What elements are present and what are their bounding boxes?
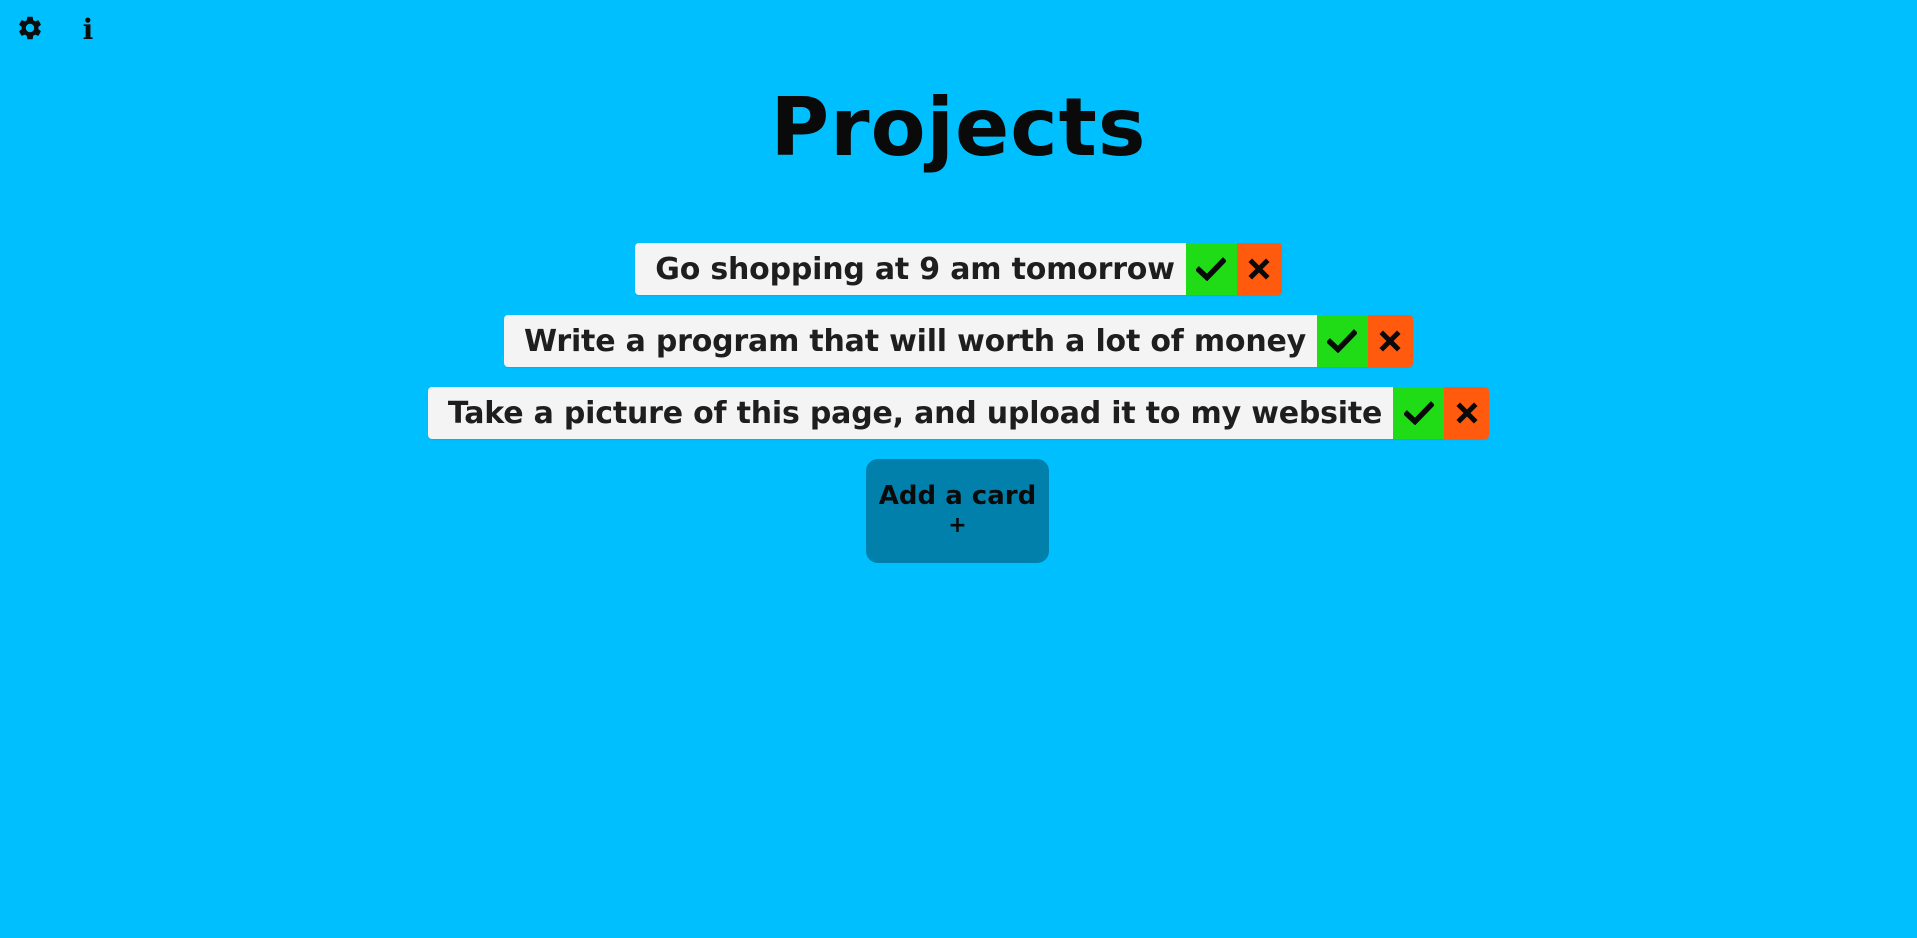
delete-card-button[interactable]	[1444, 387, 1490, 439]
close-icon	[1456, 402, 1478, 424]
top-toolbar: i	[0, 0, 1917, 62]
card-text: Go shopping at 9 am tomorrow	[635, 243, 1186, 295]
card: Write a program that will worth a lot of…	[504, 315, 1413, 367]
gear-icon	[16, 14, 44, 46]
card: Take a picture of this page, and upload …	[427, 387, 1490, 439]
complete-card-button[interactable]	[1185, 243, 1237, 295]
add-card-button[interactable]: Add a card +	[866, 459, 1049, 563]
complete-card-button[interactable]	[1316, 315, 1368, 367]
card: Go shopping at 9 am tomorrow	[635, 243, 1282, 295]
check-icon	[1403, 401, 1434, 425]
info-button[interactable]: i	[70, 12, 106, 48]
check-icon	[1327, 329, 1358, 353]
card-text: Write a program that will worth a lot of…	[504, 315, 1317, 367]
add-card-label: Add a card	[878, 481, 1037, 512]
plus-icon: +	[948, 513, 967, 539]
check-icon	[1196, 257, 1227, 281]
complete-card-button[interactable]	[1393, 387, 1445, 439]
delete-card-button[interactable]	[1367, 315, 1413, 367]
close-icon	[1248, 258, 1270, 280]
info-icon: i	[82, 13, 94, 46]
delete-card-button[interactable]	[1236, 243, 1282, 295]
card-text: Take a picture of this page, and upload …	[427, 387, 1394, 439]
settings-button[interactable]	[12, 12, 48, 48]
card-list: Go shopping at 9 am tomorrow Write a pro…	[0, 243, 1917, 459]
close-icon	[1379, 330, 1402, 352]
page-title: Projects	[770, 81, 1147, 174]
